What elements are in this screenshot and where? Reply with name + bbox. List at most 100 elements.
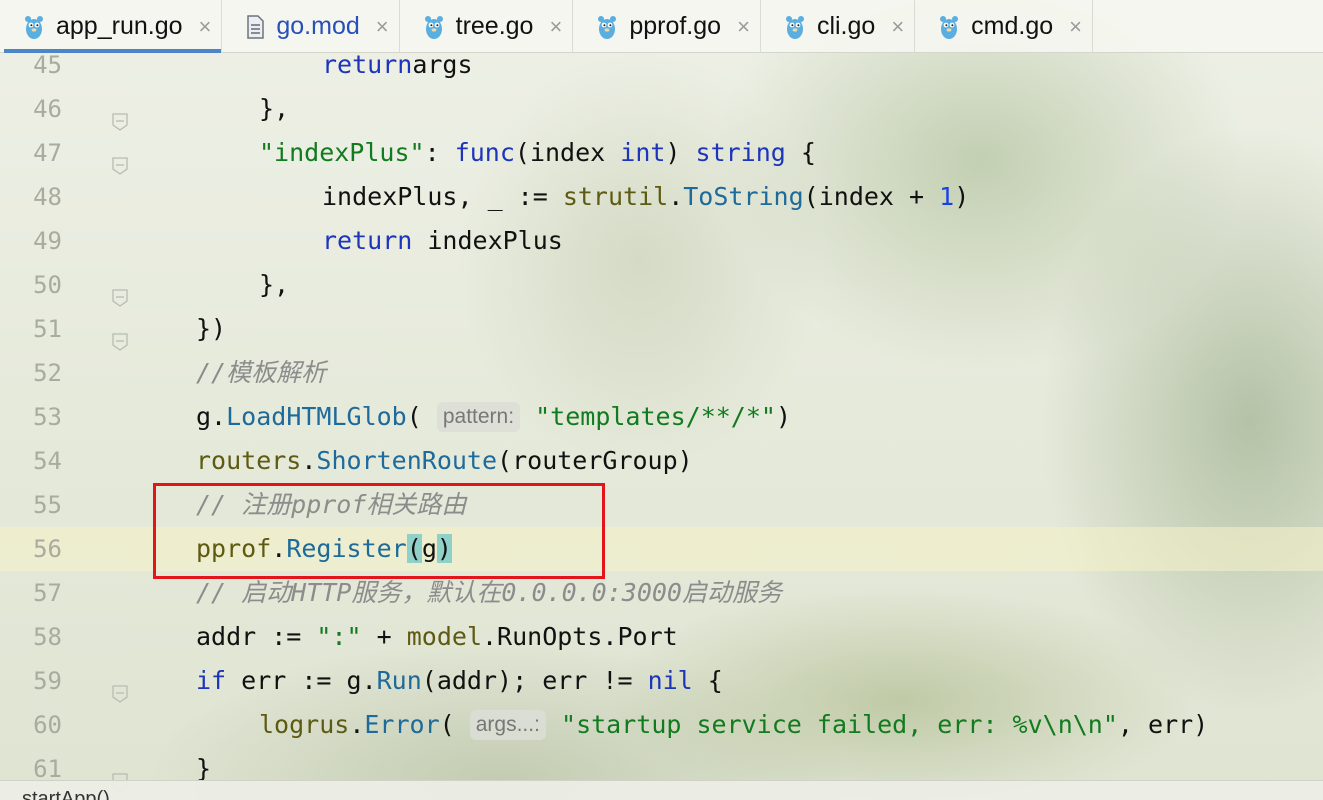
tab-cmd-go[interactable]: cmd.go × bbox=[915, 0, 1094, 53]
code-token: ) bbox=[775, 402, 792, 431]
code-line[interactable]: 57 // 启动HTTP服务，默认在0.0.0.0:3000启动服务 bbox=[0, 571, 1323, 615]
line-number[interactable]: 60 bbox=[0, 703, 62, 747]
line-number[interactable]: 50 bbox=[0, 263, 62, 307]
fn-token: Register bbox=[286, 534, 407, 563]
code-line[interactable]: 56 pprof.Register(g) bbox=[0, 527, 1323, 571]
code-token: .RunOpts.Port bbox=[482, 622, 678, 651]
tab-cli-go[interactable]: cli.go × bbox=[761, 0, 916, 53]
tab-tree-go[interactable]: tree.go × bbox=[400, 0, 574, 53]
code-line[interactable]: 55 // 注册pprof相关路由 bbox=[0, 483, 1323, 527]
code-text: }) bbox=[196, 307, 226, 351]
code-line[interactable]: 49 return indexPlus bbox=[0, 219, 1323, 263]
code-token: ) bbox=[665, 138, 696, 167]
code-token: }) bbox=[196, 314, 227, 343]
cmt-token: // 启动HTTP服务，默认在0.0.0.0:3000启动服务 bbox=[196, 578, 782, 607]
code-line[interactable]: 52 //模板解析 bbox=[0, 351, 1323, 395]
code-line[interactable]: 54 routers.ShortenRoute(routerGroup) bbox=[0, 439, 1323, 483]
code-line[interactable]: 59 if err := g.Run(addr); err != nil { bbox=[0, 659, 1323, 703]
code-token: { bbox=[692, 666, 723, 695]
line-number[interactable]: 46 bbox=[0, 87, 62, 131]
code-line[interactable]: 48 indexPlus, _ := strutil.ToString(index… bbox=[0, 175, 1323, 219]
code-token: (index bbox=[514, 138, 621, 167]
tab-go-mod[interactable]: go.mod × bbox=[222, 0, 400, 53]
code-token: } bbox=[196, 754, 212, 783]
code-token: }, bbox=[259, 270, 290, 299]
code-token: err := g. bbox=[226, 666, 377, 695]
kw-token: int bbox=[620, 138, 666, 167]
code-token: . bbox=[349, 710, 365, 739]
tab-label: cli.go bbox=[816, 12, 876, 40]
code-line[interactable]: 58 addr := ":" + model.RunOpts.Port bbox=[0, 615, 1323, 659]
line-number[interactable]: 51 bbox=[0, 307, 62, 351]
line-number[interactable]: 48 bbox=[0, 175, 62, 219]
code-text: g.LoadHTMLGlob( pattern: "templates/**/*… bbox=[196, 395, 791, 439]
fn-token: LoadHTMLGlob bbox=[226, 402, 407, 431]
code-line[interactable]: 47 "indexPlus": func(index int) string { bbox=[0, 131, 1323, 175]
code-token: addr := bbox=[196, 622, 317, 651]
parameter-hint: args...: bbox=[469, 710, 546, 740]
close-icon[interactable]: × bbox=[1069, 14, 1082, 40]
line-number[interactable]: 55 bbox=[0, 483, 62, 527]
code-text: }, bbox=[259, 87, 289, 131]
code-token: }, bbox=[259, 94, 290, 123]
breadcrumb-bar: startApp() bbox=[0, 780, 1323, 800]
fold-marker-icon[interactable] bbox=[112, 101, 128, 131]
kw-token: string bbox=[695, 138, 786, 167]
kw-token: return bbox=[322, 226, 413, 255]
code-line[interactable]: 46}, bbox=[0, 87, 1323, 131]
code-token: (index + bbox=[803, 182, 940, 211]
kw-token: func bbox=[454, 138, 515, 167]
editor-tab-bar: app_run.go × go.mod × tree.go × pprof.go × cli.g… bbox=[0, 0, 1323, 53]
line-number[interactable]: 52 bbox=[0, 351, 62, 395]
line-number[interactable]: 56 bbox=[0, 527, 62, 571]
close-icon[interactable]: × bbox=[549, 14, 562, 40]
tab-label: go.mod bbox=[276, 12, 360, 40]
code-text: pprof.Register(g) bbox=[196, 527, 452, 571]
code-text: "indexPlus": func(index int) string { bbox=[259, 131, 816, 175]
close-icon[interactable]: × bbox=[376, 14, 389, 40]
fold-marker-icon[interactable] bbox=[112, 761, 128, 791]
code-token: (addr); err != bbox=[421, 666, 648, 695]
parameter-hint: pattern: bbox=[436, 402, 521, 432]
tab-label: cmd.go bbox=[971, 12, 1054, 40]
code-token: ) bbox=[954, 182, 970, 211]
close-icon[interactable]: × bbox=[199, 14, 212, 40]
code-line[interactable]: 53 g.LoadHTMLGlob( pattern: "templates/**… bbox=[0, 395, 1323, 439]
tab-label: tree.go bbox=[455, 12, 534, 40]
line-number[interactable]: 59 bbox=[0, 659, 62, 703]
fold-marker-icon[interactable] bbox=[112, 277, 128, 307]
fold-marker-icon[interactable] bbox=[112, 321, 128, 351]
code-text: //模板解析 bbox=[196, 351, 326, 395]
code-text: }, bbox=[259, 263, 289, 307]
fold-marker-icon[interactable] bbox=[112, 145, 128, 175]
pkg-token: routers bbox=[196, 446, 302, 475]
line-number[interactable]: 53 bbox=[0, 395, 62, 439]
tab-label: app_run.go bbox=[56, 12, 183, 40]
line-number[interactable]: 49 bbox=[0, 219, 62, 263]
tab-app_run-go[interactable]: app_run.go × bbox=[0, 0, 223, 53]
line-number[interactable]: 58 bbox=[0, 615, 62, 659]
code-line[interactable]: 60 logrus.Error( args...: "startup servic… bbox=[0, 703, 1323, 747]
code-token: indexPlus bbox=[412, 226, 563, 255]
code-token: ( bbox=[406, 402, 437, 431]
str-token: "indexPlus" bbox=[259, 138, 425, 167]
code-text: // 注册pprof相关路由 bbox=[196, 483, 466, 527]
code-line[interactable]: 50}, bbox=[0, 263, 1323, 307]
code-editor[interactable]: 45 returnargs 46}, 47 "indexPlus": func(inde… bbox=[0, 50, 1323, 791]
tab-pprof-go[interactable]: pprof.go × bbox=[573, 0, 761, 53]
close-icon[interactable]: × bbox=[737, 14, 750, 40]
file-icon bbox=[246, 14, 265, 39]
matched-brace: ) bbox=[436, 534, 452, 563]
code-line[interactable]: 51}) bbox=[0, 307, 1323, 351]
pkg-token: strutil bbox=[562, 182, 669, 211]
close-icon[interactable]: × bbox=[891, 14, 904, 40]
line-number[interactable]: 47 bbox=[0, 131, 62, 175]
pkg-token: model bbox=[406, 622, 482, 651]
line-number[interactable]: 57 bbox=[0, 571, 62, 615]
line-number[interactable]: 54 bbox=[0, 439, 62, 483]
fold-marker-icon[interactable] bbox=[112, 673, 128, 703]
breadcrumb-function[interactable]: startApp() bbox=[22, 789, 110, 800]
code-text: if err := g.Run(addr); err != nil { bbox=[196, 659, 723, 703]
